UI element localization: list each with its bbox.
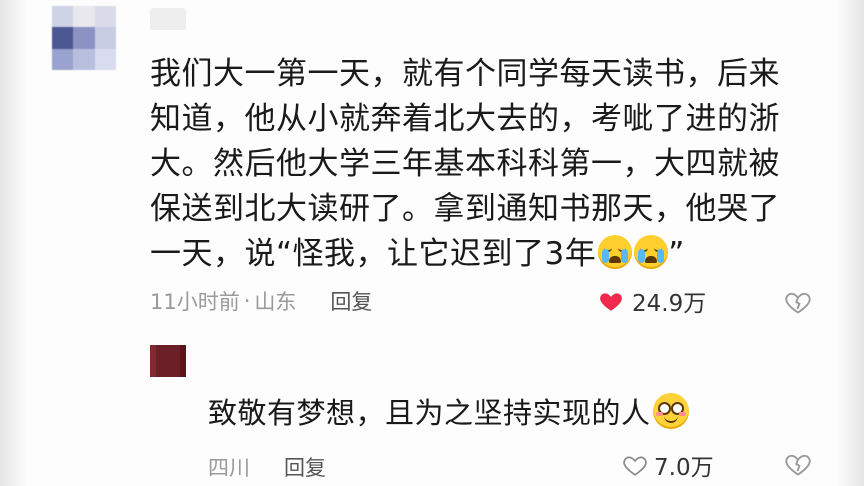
comment-line: 我们大一第一天，就有个同学每天读书，后来	[150, 56, 780, 92]
comment-line: 大。然后他大学三年基本科科第一，大四就被	[150, 146, 780, 182]
reply-button[interactable]: 回复	[330, 286, 372, 316]
location: 四川	[208, 456, 250, 480]
comment-line: 保送到北大读研了。拿到通知书那天，他哭了	[150, 191, 780, 227]
timestamp: 11小时前	[150, 290, 240, 314]
meta-separator: ·	[243, 289, 251, 313]
comment-panel: 我们大一第一天，就有个同学每天读书，后来 知道，他从小就奔着北大去的，考呲了进的…	[0, 0, 864, 486]
like-button[interactable]: 7.0万	[622, 448, 714, 482]
broken-heart-icon[interactable]	[784, 288, 812, 316]
avatar[interactable]	[52, 6, 116, 70]
crying-face-icon	[598, 235, 633, 269]
comment-meta: 11小时前 · 山东 回复	[150, 286, 372, 316]
comment-line-last: 一天，说“怪我，让它迟到了3年 ”	[150, 232, 790, 277]
comment-line: 一天，说“怪我，让它迟到了3年	[150, 236, 597, 272]
heart-filled-icon	[600, 293, 622, 311]
reply-button[interactable]: 回复	[284, 452, 326, 482]
comment-meta: 四川 回复	[208, 452, 326, 482]
heart-outline-icon	[623, 456, 647, 476]
comment-line: 知道，他从小就奔着北大去的，考呲了进的浙	[150, 101, 780, 137]
like-button[interactable]: 24.9万	[598, 284, 706, 318]
username-blurred[interactable]	[150, 8, 186, 30]
avatar[interactable]	[150, 345, 186, 377]
comment-text: 我们大一第一天，就有个同学每天读书，后来 知道，他从小就奔着北大去的，考呲了进的…	[150, 52, 790, 277]
smiling-face-icon	[652, 393, 689, 429]
comment-line: 致敬有梦想，且为之坚持实现的人	[208, 396, 651, 430]
location: 山东	[254, 290, 297, 314]
closing-quote: ”	[668, 236, 685, 272]
broken-heart-icon[interactable]	[784, 450, 812, 478]
reply-comment-text: 致敬有梦想，且为之坚持实现的人	[208, 390, 689, 432]
crying-face-icon	[634, 235, 669, 269]
like-count: 24.9万	[632, 291, 707, 317]
like-count: 7.0万	[654, 455, 714, 481]
left-edge-shadow	[0, 0, 28, 486]
right-edge-shadow	[836, 0, 864, 486]
